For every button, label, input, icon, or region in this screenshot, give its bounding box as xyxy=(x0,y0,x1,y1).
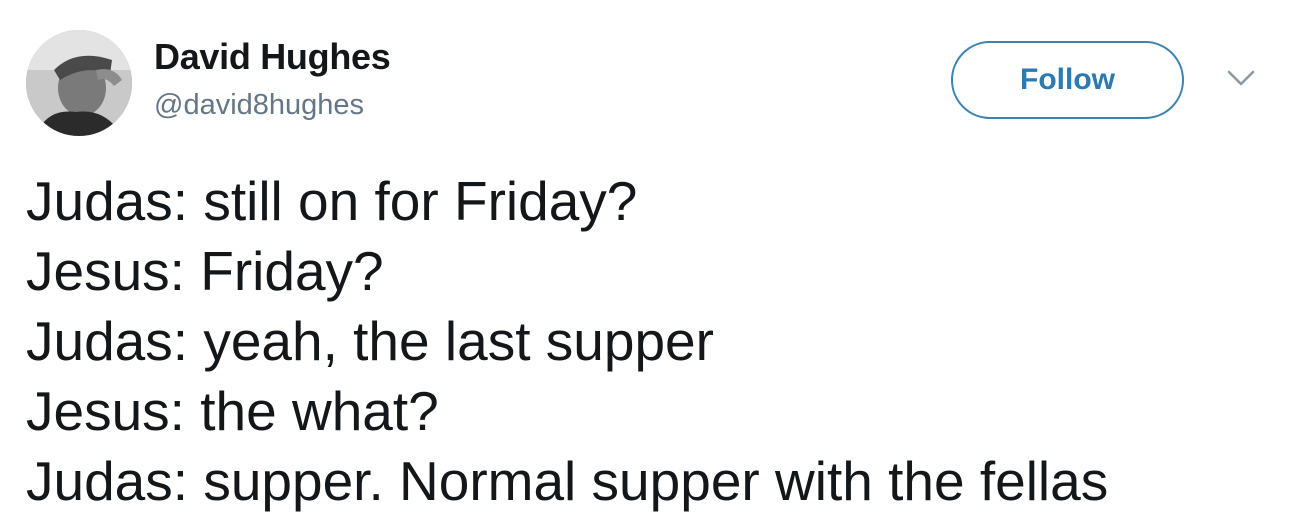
tweet-line: Judas: yeah, the last supper xyxy=(26,310,714,372)
tweet-text: Judas: still on for Friday? Jesus: Frida… xyxy=(26,166,1296,516)
tweet-line: Jesus: the what? xyxy=(26,380,439,442)
author-handle[interactable]: @david8hughes xyxy=(154,88,364,122)
tweet-line: Judas: supper. Normal supper with the fe… xyxy=(26,450,1109,512)
follow-button[interactable]: Follow xyxy=(951,41,1184,119)
author-name[interactable]: David Hughes xyxy=(154,36,391,78)
tweet-card: David Hughes @david8hughes Follow Judas:… xyxy=(0,0,1308,526)
chevron-down-icon[interactable] xyxy=(1226,68,1256,88)
avatar-photo xyxy=(26,30,132,136)
tweet-line: Jesus: Friday? xyxy=(26,240,384,302)
avatar[interactable] xyxy=(26,30,132,136)
tweet-line: Judas: still on for Friday? xyxy=(26,170,638,232)
